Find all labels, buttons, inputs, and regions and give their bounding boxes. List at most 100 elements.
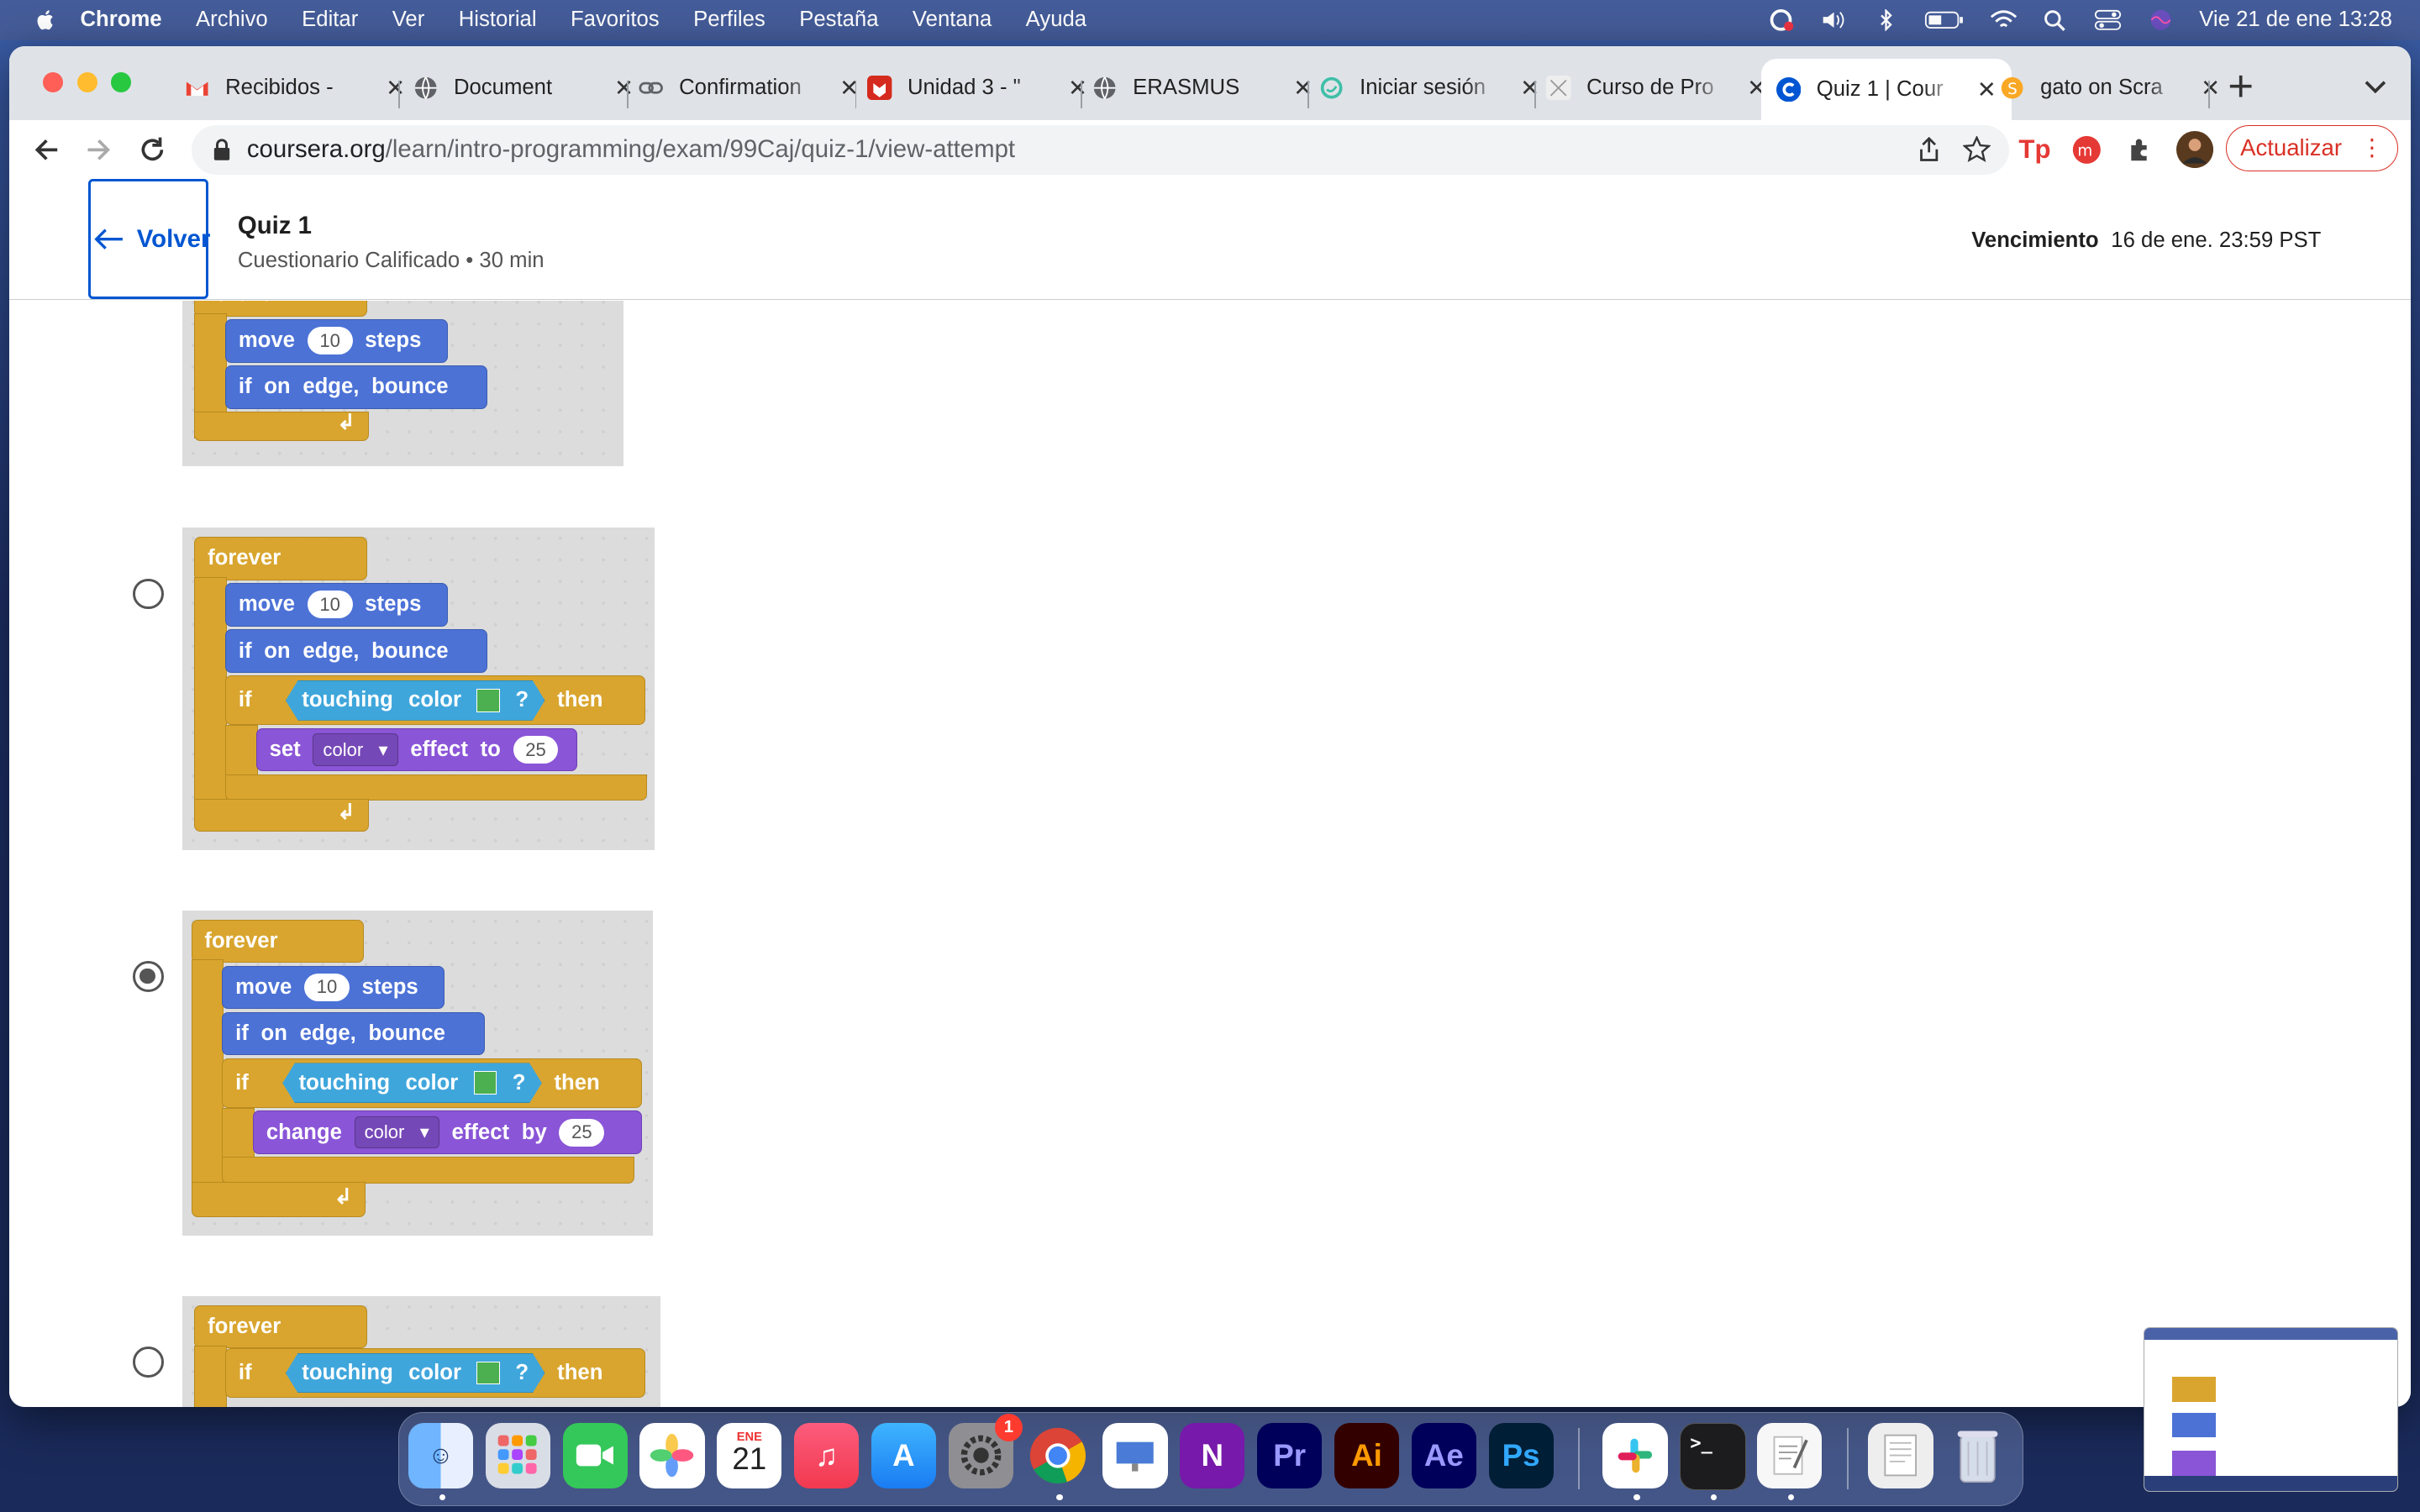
update-button-label: Actualizar xyxy=(2240,134,2343,161)
keynote-icon[interactable] xyxy=(1102,1423,1168,1488)
settings-icon[interactable]: 1 xyxy=(948,1414,1023,1488)
close-tab-icon[interactable]: ✕ xyxy=(1977,76,1996,103)
menu-ver[interactable]: Ver xyxy=(392,8,425,32)
tab-confirmation[interactable]: Confirmation ✕ xyxy=(639,65,859,111)
option-c-radio[interactable] xyxy=(132,961,164,992)
close-tab-icon[interactable]: ✕ xyxy=(1068,75,1087,102)
forever-arm xyxy=(194,576,228,826)
address-bar[interactable]: coursera.org/learn/intro-programming/exa… xyxy=(191,124,2010,175)
extensions-puzzle-icon[interactable] xyxy=(2125,134,2156,165)
tab-search-chevron-down-icon[interactable] xyxy=(2365,79,2386,94)
lock-icon[interactable] xyxy=(213,139,231,160)
textedit-icon[interactable] xyxy=(1757,1423,1823,1488)
minimize-window-button[interactable] xyxy=(76,72,97,93)
thumbnail-block xyxy=(2172,1412,2216,1437)
back-arrow-icon[interactable] xyxy=(31,134,62,165)
more-menu-icon[interactable]: ⋮ xyxy=(2360,134,2384,161)
battery-icon[interactable] xyxy=(1924,9,1965,31)
control-center-icon[interactable] xyxy=(2094,9,2122,31)
premiere-icon[interactable]: Pr xyxy=(1257,1423,1323,1488)
close-window-button[interactable] xyxy=(43,72,64,93)
forever-block: forever xyxy=(194,1305,368,1349)
tab-separator xyxy=(1307,80,1309,108)
close-tab-icon[interactable]: ✕ xyxy=(2201,75,2220,102)
tab-document[interactable]: Document ✕ xyxy=(413,65,634,111)
bookmark-star-icon[interactable] xyxy=(1963,135,1991,164)
menu-ayuda[interactable]: Ayuda xyxy=(1026,8,1086,32)
zoom-window-button[interactable] xyxy=(111,72,132,93)
menu-archivo[interactable]: Archivo xyxy=(196,8,268,32)
menu-editar[interactable]: Editar xyxy=(302,8,358,32)
mendeley-extension-icon[interactable]: m xyxy=(2071,134,2102,165)
update-chrome-button[interactable]: Actualizar ⋮ xyxy=(2225,124,2399,171)
menu-favoritos[interactable]: Favoritos xyxy=(571,8,660,32)
screenshot-thumbnail[interactable] xyxy=(2144,1326,2399,1493)
tab-curso[interactable]: Curso de Pro ✕ xyxy=(1546,65,1766,111)
login-icon xyxy=(1321,76,1343,99)
tab-gmail[interactable]: Recibidos - ✕ xyxy=(185,65,405,111)
tab-unidad-3[interactable]: Unidad 3 - " ✕ xyxy=(867,65,1087,111)
photoshop-icon[interactable]: Ps xyxy=(1488,1423,1554,1488)
menu-app-chrome[interactable]: Chrome xyxy=(80,8,161,32)
launchpad-icon[interactable] xyxy=(485,1423,550,1488)
bluetooth-icon[interactable] xyxy=(1872,9,1900,31)
quiz-header: Volver Quiz 1 Cuestionario Calificado • … xyxy=(9,179,2411,301)
move-steps-block: move 10 steps xyxy=(222,965,445,1010)
url-host: coursera.org xyxy=(246,135,386,164)
option-d-radio[interactable] xyxy=(132,1347,164,1378)
wifi-icon[interactable] xyxy=(1990,9,2018,31)
menu-ventana[interactable]: Ventana xyxy=(913,8,992,32)
tab-quiz-1-coursera[interactable]: Quiz 1 | Cour ✕ xyxy=(1760,58,2012,121)
slack-icon[interactable] xyxy=(1602,1423,1668,1488)
close-tab-icon[interactable]: ✕ xyxy=(386,75,405,102)
loop-arrow-icon: ↲ xyxy=(337,410,355,434)
creative-cloud-icon[interactable] xyxy=(1767,9,1795,31)
aftereffects-icon[interactable]: Ae xyxy=(1411,1423,1476,1488)
tab-iniciar-sesion[interactable]: Iniciar sesión ✕ xyxy=(1319,65,1539,111)
menu-historial[interactable]: Historial xyxy=(459,8,537,32)
siri-icon[interactable] xyxy=(2147,9,2175,31)
thumbnail-menubar xyxy=(2144,1327,2398,1341)
reload-icon[interactable] xyxy=(137,134,168,165)
new-tab-icon[interactable] xyxy=(2228,74,2253,98)
coursera-icon xyxy=(1776,76,1802,102)
option-a-script-image: forever move10steps ifonedge,bounce ↲ xyxy=(182,301,623,466)
menu-perfiles[interactable]: Perfiles xyxy=(693,8,765,32)
forward-arrow-icon[interactable] xyxy=(83,134,114,165)
if-then-block: if touching color? then xyxy=(222,1058,643,1108)
tab-erasmus[interactable]: ERASMUS ✕ xyxy=(1092,65,1313,111)
illustrator-icon[interactable]: Ai xyxy=(1334,1423,1400,1488)
close-tab-icon[interactable]: ✕ xyxy=(1520,75,1539,102)
finder-icon[interactable]: ☺ xyxy=(408,1423,474,1488)
effect-dropdown: color ▾ xyxy=(313,733,398,766)
profile-avatar[interactable] xyxy=(2175,131,2213,169)
option-b-radio[interactable] xyxy=(132,578,164,610)
music-icon[interactable]: ♫ xyxy=(794,1423,860,1488)
chrome-icon[interactable] xyxy=(1026,1423,1091,1488)
close-tab-icon[interactable]: ✕ xyxy=(614,75,634,102)
back-button[interactable]: Volver xyxy=(87,179,210,300)
tp-extension-icon[interactable]: Tp xyxy=(2018,134,2050,165)
menu-clock[interactable]: Vie 21 de ene 13:28 xyxy=(2199,8,2392,32)
svg-text:S: S xyxy=(2008,81,2018,98)
close-tab-icon[interactable]: ✕ xyxy=(1293,75,1313,102)
share-icon[interactable] xyxy=(1917,137,1941,162)
volume-icon[interactable] xyxy=(1820,9,1848,31)
terminal-icon[interactable]: >_ xyxy=(1680,1423,1747,1490)
onenote-icon[interactable]: N xyxy=(1180,1423,1245,1488)
appstore-icon[interactable]: A xyxy=(871,1423,937,1488)
forever-block: forever xyxy=(194,537,368,580)
calendar-icon[interactable]: ENE 21 xyxy=(717,1423,782,1488)
spotlight-search-icon[interactable] xyxy=(2042,9,2070,31)
apple-icon[interactable] xyxy=(34,8,58,32)
tab-gato-on-scratch[interactable]: S gato on Scra ✕ xyxy=(2000,65,2220,111)
onenote-label: N xyxy=(1201,1437,1224,1473)
facetime-icon[interactable] xyxy=(562,1423,628,1488)
option-c-script-image: forever move 10 steps if on edge, bounce if t… xyxy=(182,910,653,1236)
calendar-day: 21 xyxy=(732,1441,767,1476)
running-indicator xyxy=(439,1494,445,1501)
trash-icon[interactable] xyxy=(1945,1423,2010,1488)
photos-icon[interactable] xyxy=(639,1423,705,1488)
menu-pestana[interactable]: Pestaña xyxy=(799,8,878,32)
preview-icon[interactable] xyxy=(1868,1423,1933,1488)
